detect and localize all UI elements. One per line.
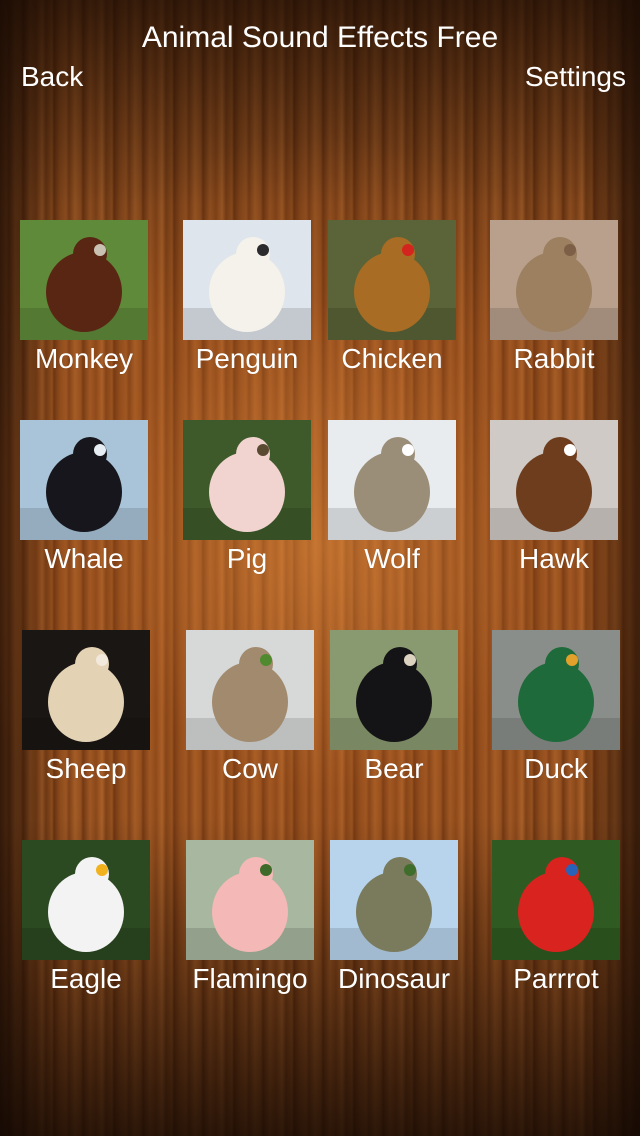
settings-button[interactable]: Settings	[525, 59, 626, 95]
back-button[interactable]: Back	[21, 59, 83, 95]
emperor-penguin-photo[interactable]	[183, 220, 311, 340]
hawk-photo[interactable]	[490, 420, 618, 540]
header: Animal Sound Effects Free Back Settings	[0, 0, 640, 110]
flamingo-photo[interactable]	[186, 840, 314, 960]
cow-photo[interactable]	[186, 630, 314, 750]
animal-label: Parrrot	[513, 963, 599, 994]
pig-photo[interactable]	[183, 420, 311, 540]
sun-bear-photo[interactable]	[330, 630, 458, 750]
animal-label: Bear	[364, 753, 424, 784]
hen-photo[interactable]	[328, 220, 456, 340]
orca-photo[interactable]	[20, 420, 148, 540]
animal-label: Duck	[524, 753, 588, 784]
bald-eagle-photo[interactable]	[22, 840, 150, 960]
macaw-photo[interactable]	[492, 840, 620, 960]
animal-label: Whale	[44, 543, 124, 574]
animal-label: Sheep	[45, 753, 127, 784]
hare-photo[interactable]	[490, 220, 618, 340]
orangutan-photo[interactable]	[20, 220, 148, 340]
animal-label: Dinosaur	[337, 963, 451, 994]
mallard-photo[interactable]	[492, 630, 620, 750]
animal-label: Hawk	[518, 543, 589, 574]
animal-label: Wolf	[364, 543, 420, 574]
animal-label: Rabbit	[513, 343, 595, 374]
coyote-photo[interactable]	[328, 420, 456, 540]
app-title: Animal Sound Effects Free	[141, 21, 499, 54]
sheep-photo[interactable]	[22, 630, 150, 750]
animal-label: Chicken	[341, 343, 443, 374]
animal-label: Monkey	[34, 343, 134, 374]
t-rex-photo[interactable]	[330, 840, 458, 960]
animal-label: Eagle	[50, 963, 122, 994]
